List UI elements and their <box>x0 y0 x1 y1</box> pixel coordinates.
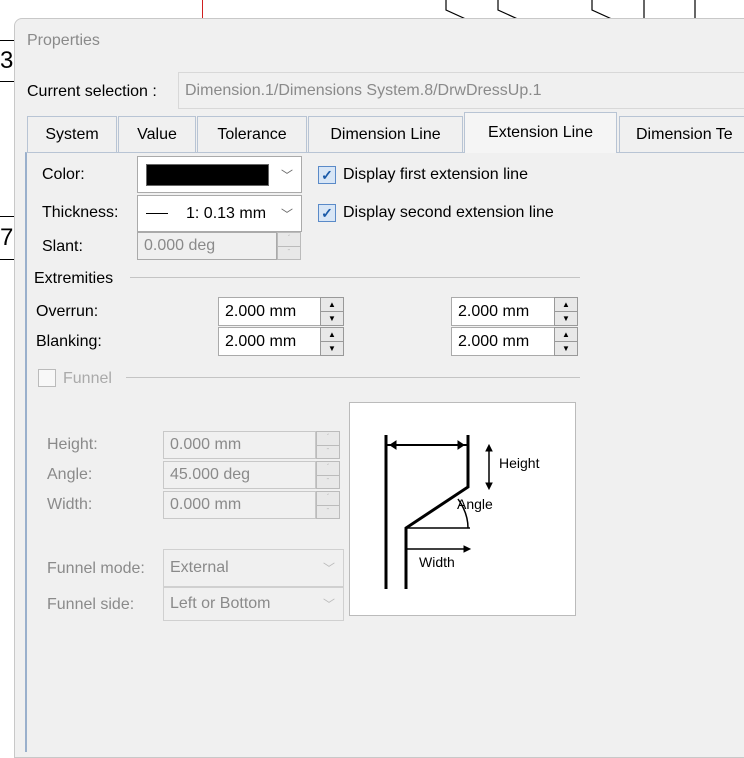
funnel-mode-value: External <box>170 559 229 576</box>
tab-tolerance[interactable]: Tolerance <box>197 116 307 152</box>
funnel-label: Funnel <box>63 370 112 387</box>
thickness-label: Thickness: <box>42 204 119 221</box>
funnel-mode-combo: External ﹀ <box>163 549 344 587</box>
dialog-title: Properties <box>27 32 100 49</box>
overrun-label: Overrun: <box>36 303 99 320</box>
slant-field: 0.000 deg <box>137 232 277 260</box>
thickness-combo[interactable]: 1: 0.13 mm ﹀ <box>137 195 302 232</box>
blanking-label: Blanking: <box>36 333 102 350</box>
color-swatch <box>146 163 269 186</box>
chevron-down-icon: ﹀ <box>322 597 335 612</box>
angle-label: Angle: <box>47 466 93 483</box>
angle-field: 45.000 deg <box>163 461 316 489</box>
tab-dimension-line[interactable]: Dimension Line <box>308 116 463 152</box>
display-first-checkbox[interactable]: ✓ <box>318 166 336 184</box>
diagram-height-label: Height <box>499 455 540 471</box>
height-label: Height: <box>47 436 98 453</box>
tab-system[interactable]: System <box>27 116 117 152</box>
display-second-checkbox[interactable]: ✓ <box>318 204 336 222</box>
overrun-spinner-1[interactable]: ▲ ▼ <box>320 297 344 326</box>
chevron-down-icon: ﹀ <box>280 168 293 182</box>
drawing-lines <box>445 0 696 20</box>
tab-dimension-text[interactable]: Dimension Te <box>619 116 744 152</box>
blanking-field-1[interactable]: 2.000 mm <box>218 327 321 356</box>
funnel-divider <box>126 377 580 378</box>
line-sample-icon <box>146 213 168 214</box>
funnel-side-value: Left or Bottom <box>170 595 271 612</box>
display-second-label: Display second extension line <box>343 204 554 221</box>
funnel-mode-label: Funnel mode: <box>47 560 145 577</box>
funnel-side-label: Funnel side: <box>47 596 135 613</box>
color-combo[interactable]: ﹀ <box>137 156 302 193</box>
tab-extension-line[interactable]: Extension Line <box>464 112 617 153</box>
thickness-value: 1: 0.13 mm <box>186 204 267 222</box>
extremities-heading: Extremities <box>34 270 114 287</box>
red-axis-line <box>202 0 203 20</box>
overrun-spinner-2[interactable]: ▲ ▼ <box>554 297 578 326</box>
slant-label: Slant: <box>42 238 83 255</box>
chevron-down-icon: ﹀ <box>280 207 293 221</box>
drawing-box-3: 3 <box>0 40 14 82</box>
funnel-checkbox <box>38 369 56 387</box>
width-field: 0.000 mm <box>163 491 316 519</box>
blanking-spinner-2[interactable]: ▲ ▼ <box>554 327 578 356</box>
diagram-angle-label: Angle <box>457 496 493 512</box>
funnel-side-combo: Left or Bottom ﹀ <box>163 587 344 621</box>
funnel-diagram: Height Angle Width <box>349 402 576 616</box>
height-field: 0.000 mm <box>163 431 316 459</box>
angle-spinner: ˊˉ <box>316 461 340 489</box>
blanking-spinner-1[interactable]: ▲ ▼ <box>320 327 344 356</box>
diagram-width-label: Width <box>419 554 455 570</box>
drawing-box-7: 7 <box>0 216 14 260</box>
overrun-field-2[interactable]: 2.000 mm <box>451 297 555 326</box>
tab-value[interactable]: Value <box>118 116 196 152</box>
current-selection-label: Current selection : <box>27 83 157 100</box>
slant-spinner: ˊˉ <box>277 232 301 260</box>
height-spinner: ˊˉ <box>316 431 340 459</box>
current-selection-field: Dimension.1/Dimensions System.8/DrwDress… <box>178 72 744 109</box>
width-label: Width: <box>47 496 93 513</box>
extremities-divider <box>130 277 580 278</box>
blanking-field-2[interactable]: 2.000 mm <box>451 327 555 356</box>
display-first-label: Display first extension line <box>343 166 528 183</box>
chevron-down-icon: ﹀ <box>322 561 335 576</box>
color-label: Color: <box>42 166 85 183</box>
width-spinner: ˊˉ <box>316 491 340 519</box>
overrun-field-1[interactable]: 2.000 mm <box>218 297 321 326</box>
